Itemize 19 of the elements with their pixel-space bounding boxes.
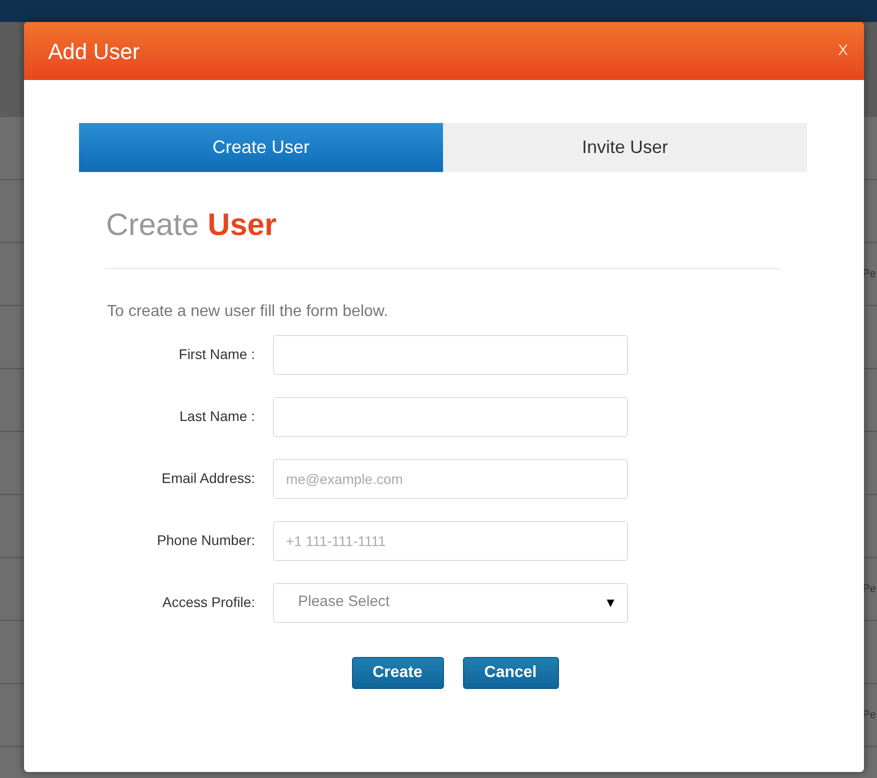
cancel-button[interactable]: Cancel <box>462 656 558 688</box>
field-label: Last Name : <box>178 407 256 426</box>
field-label: Email Address: <box>160 469 256 488</box>
caret-icon: ▼ <box>604 592 617 612</box>
close-button[interactable]: X <box>838 40 848 62</box>
field-label: Access Profile: <box>161 593 256 612</box>
dialog-title: Add User <box>48 38 140 66</box>
input-field[interactable] <box>273 396 628 436</box>
input-field[interactable]: me@example.com <box>273 458 628 498</box>
create-button[interactable]: Create <box>352 656 444 688</box>
select-field[interactable]: Please Select ▼ <box>273 582 628 622</box>
tab[interactable]: Invite User <box>443 123 807 172</box>
input-field[interactable]: +1 111-111-1111 <box>273 520 628 560</box>
tab[interactable]: Create User <box>79 123 443 172</box>
intro-text: To create a new user fill the form below. <box>107 302 390 322</box>
field-label: Phone Number: <box>156 531 256 550</box>
field-label: First Name : <box>178 345 256 364</box>
form-heading: Create User <box>106 206 278 244</box>
input-field[interactable] <box>273 334 628 374</box>
